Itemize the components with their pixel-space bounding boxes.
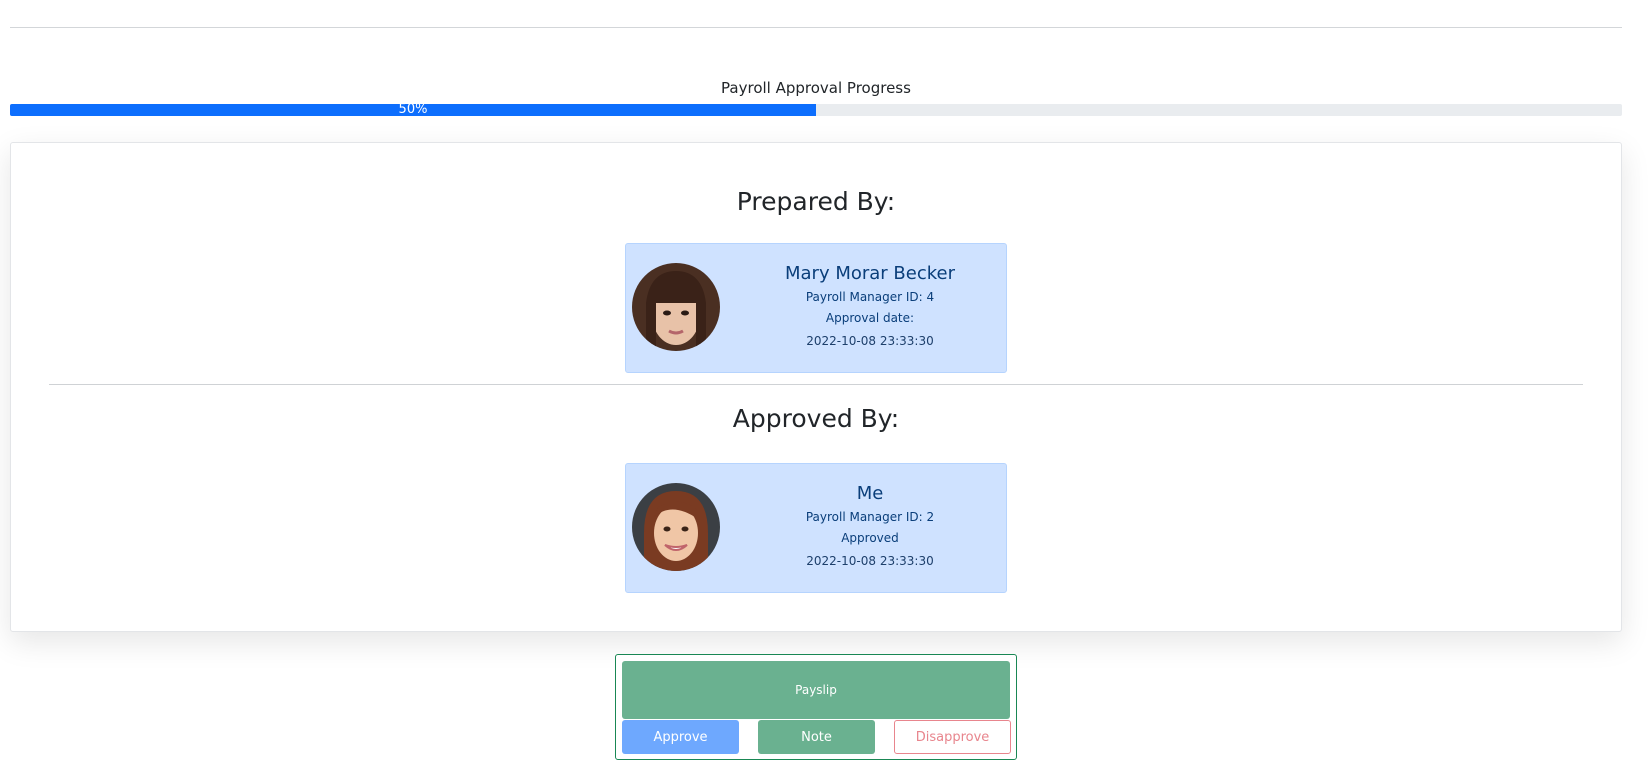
action-group: Payslip Approve Note Disapprove: [615, 654, 1017, 760]
section-divider: [49, 384, 1583, 385]
approver-name: Me: [856, 483, 884, 504]
approver-avatar: [632, 483, 720, 571]
preparer-name: Mary Morar Becker: [784, 263, 955, 284]
approver-status: Approved: [841, 531, 899, 545]
approved-by-heading: Approved By:: [732, 404, 900, 433]
progress-percent-label: 50%: [398, 104, 428, 116]
preparer-status: Approval date:: [825, 311, 915, 325]
approve-button[interactable]: Approve: [622, 720, 739, 754]
prepared-by-heading: Prepared By:: [736, 187, 896, 216]
approver-info: Me Payroll Manager ID: 2 Approved 2022-1…: [734, 481, 1006, 573]
progress-bar-fill: 50%: [10, 104, 816, 116]
approver-manager-id: Payroll Manager ID: 2: [805, 510, 935, 524]
disapprove-button[interactable]: Disapprove: [894, 720, 1011, 754]
preparer-card: Mary Morar Becker Payroll Manager ID: 4 …: [625, 243, 1007, 373]
progress-bar: 50%: [10, 104, 1622, 116]
preparer-avatar: [632, 263, 720, 351]
approval-panel: Prepared By: Mary Morar Becker Payroll M…: [10, 142, 1622, 632]
approver-date: 2022-10-08 23:33:30: [806, 554, 934, 568]
preparer-info: Mary Morar Becker Payroll Manager ID: 4 …: [734, 261, 1006, 353]
progress-title: Payroll Approval Progress: [721, 79, 911, 97]
preparer-manager-id: Payroll Manager ID: 4: [805, 290, 935, 304]
approver-card: Me Payroll Manager ID: 2 Approved 2022-1…: [625, 463, 1007, 593]
preparer-date: 2022-10-08 23:33:30: [806, 334, 934, 348]
payslip-button[interactable]: Payslip: [622, 661, 1010, 719]
note-button[interactable]: Note: [758, 720, 875, 754]
top-divider: [10, 27, 1622, 28]
